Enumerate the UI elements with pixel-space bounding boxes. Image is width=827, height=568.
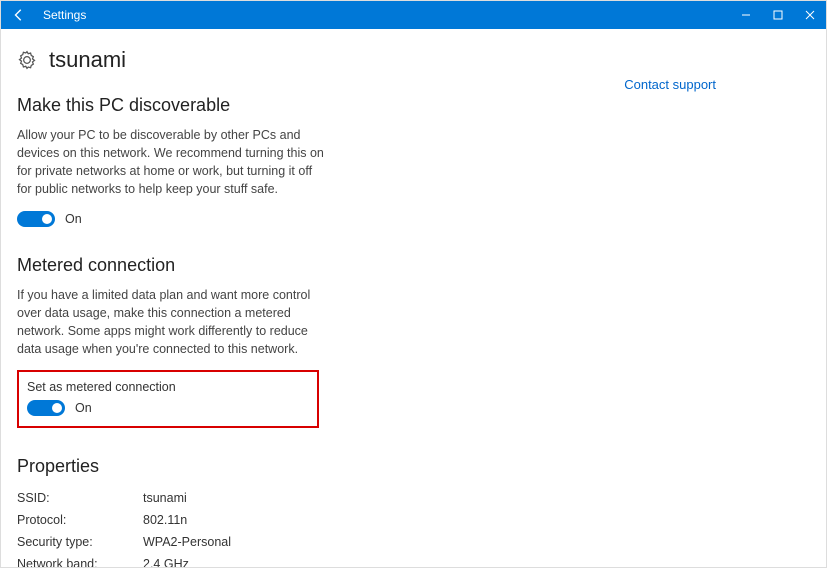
table-row: SSID:tsunami (17, 487, 810, 509)
contact-support-link[interactable]: Contact support (624, 77, 716, 92)
close-button[interactable] (794, 1, 826, 29)
prop-key: Protocol: (17, 513, 143, 527)
metered-toggle-label: On (75, 401, 92, 415)
section-discoverable: Make this PC discoverable Allow your PC … (17, 95, 810, 227)
table-row: Network band:2.4 GHz (17, 553, 810, 567)
discoverable-toggle-row: On (17, 211, 810, 227)
metered-desc: If you have a limited data plan and want… (17, 286, 327, 359)
discoverable-title: Make this PC discoverable (17, 95, 810, 116)
discoverable-toggle[interactable] (17, 211, 55, 227)
table-row: Security type:WPA2-Personal (17, 531, 810, 553)
maximize-icon (773, 10, 783, 20)
discoverable-toggle-label: On (65, 212, 82, 226)
gear-icon (17, 50, 37, 70)
prop-val: 802.11n (143, 513, 187, 527)
arrow-left-icon (12, 8, 26, 22)
close-icon (805, 10, 815, 20)
table-row: Protocol:802.11n (17, 509, 810, 531)
discoverable-desc: Allow your PC to be discoverable by othe… (17, 126, 327, 199)
minimize-icon (741, 10, 751, 20)
page-title: tsunami (49, 47, 126, 73)
properties-title: Properties (17, 456, 810, 477)
metered-title: Metered connection (17, 255, 810, 276)
titlebar: Settings (1, 1, 826, 29)
minimize-button[interactable] (730, 1, 762, 29)
maximize-button[interactable] (762, 1, 794, 29)
content-area: tsunami Contact support Make this PC dis… (1, 29, 826, 567)
section-metered: Metered connection If you have a limited… (17, 255, 810, 429)
prop-key: SSID: (17, 491, 143, 505)
metered-highlight-box: Set as metered connection On (17, 370, 319, 428)
prop-key: Network band: (17, 557, 143, 567)
metered-toggle-row: On (27, 400, 309, 416)
window-title: Settings (37, 8, 86, 22)
metered-toggle-title: Set as metered connection (27, 380, 309, 394)
prop-val: WPA2-Personal (143, 535, 231, 549)
section-properties: Properties SSID:tsunami Protocol:802.11n… (17, 456, 810, 567)
metered-toggle[interactable] (27, 400, 65, 416)
prop-val: tsunami (143, 491, 187, 505)
prop-key: Security type: (17, 535, 143, 549)
properties-table: SSID:tsunami Protocol:802.11n Security t… (17, 487, 810, 567)
back-button[interactable] (1, 1, 37, 29)
page-header: tsunami (17, 47, 810, 73)
prop-val: 2.4 GHz (143, 557, 189, 567)
